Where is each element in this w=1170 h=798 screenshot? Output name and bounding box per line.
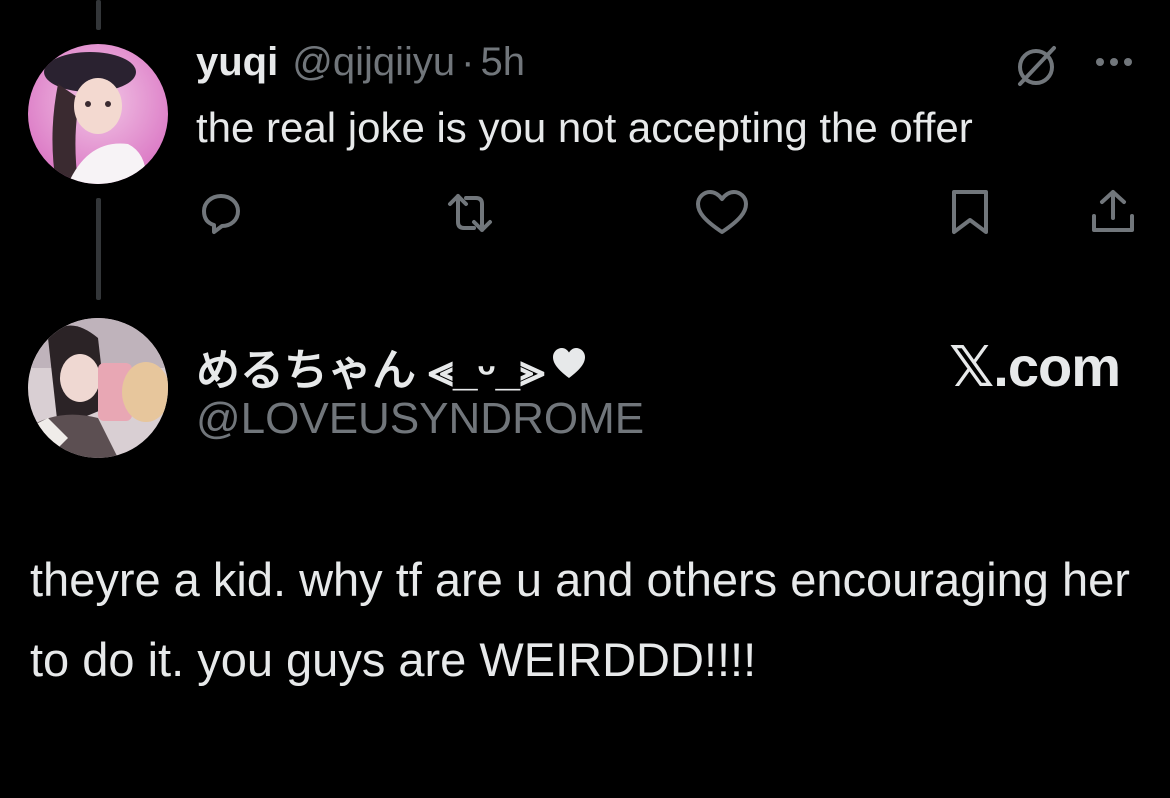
like-icon — [696, 190, 748, 234]
thread-line-top — [96, 0, 101, 30]
site-label: 𝕏.com — [949, 335, 1121, 398]
reply-author-handle[interactable]: @qijqiiyu — [292, 40, 455, 85]
reply-button[interactable] — [196, 188, 246, 238]
share-icon — [1092, 190, 1134, 232]
reply-avatar[interactable] — [28, 44, 168, 184]
bookmark-button[interactable] — [948, 188, 992, 238]
heart-icon — [551, 341, 587, 391]
grok-icon[interactable] — [1012, 42, 1060, 95]
quoted-body-text: theyre a kid. why tf are u and others en… — [30, 553, 1130, 686]
quoted-avatar[interactable] — [28, 318, 168, 458]
quoted-author-name: めるちゃん ⪡_ᵕ_⪢ — [196, 346, 545, 395]
reply-header: yuqi @qijqiiyu · 5h — [196, 40, 525, 90]
quoted-author-name-row[interactable]: めるちゃん ⪡_ᵕ_⪢ — [196, 334, 587, 398]
reply-separator: · — [461, 40, 475, 84]
retweet-icon — [448, 194, 492, 232]
reply-icon — [202, 194, 240, 234]
reply-text: the real joke is you not accepting the o… — [196, 104, 973, 151]
like-button[interactable] — [694, 188, 750, 238]
retweet-button[interactable] — [440, 188, 500, 238]
reply-timestamp[interactable]: 5h — [480, 40, 525, 85]
thread-line-bottom — [96, 198, 101, 300]
reply-author-name[interactable]: yuqi — [196, 40, 278, 85]
share-button[interactable] — [1088, 188, 1138, 238]
more-options-icon[interactable] — [1092, 52, 1140, 77]
quoted-author-handle[interactable]: @LOVEUSYNDROME — [196, 394, 644, 444]
bookmark-icon — [952, 190, 988, 234]
